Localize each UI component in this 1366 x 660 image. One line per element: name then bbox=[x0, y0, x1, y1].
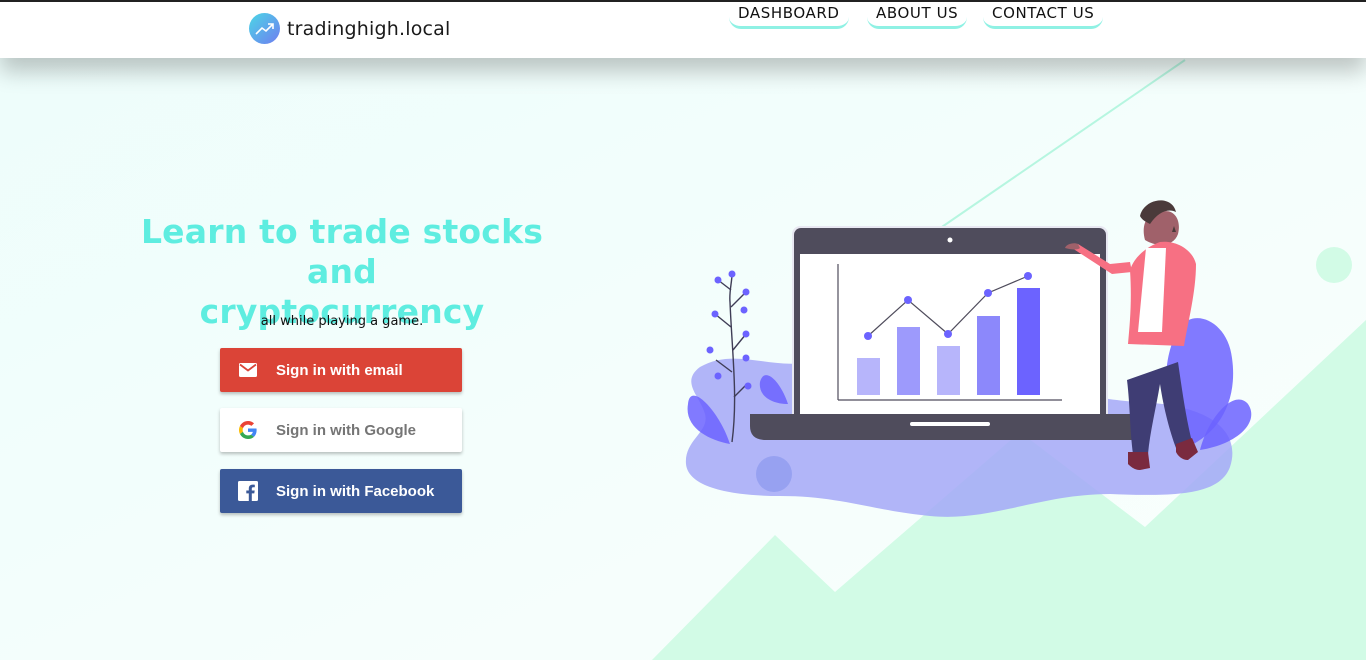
sign-in-google-label: Sign in with Google bbox=[276, 421, 416, 439]
brand-logo[interactable]: tradinghigh.local bbox=[249, 13, 450, 44]
nav-dashboard[interactable]: DASHBOARD bbox=[729, 2, 849, 29]
decor-circle bbox=[756, 456, 792, 492]
decor-circle bbox=[1316, 247, 1352, 283]
hero-subtitle: all while playing a game. bbox=[260, 314, 424, 329]
screen-bar bbox=[897, 327, 920, 395]
screen-bar bbox=[977, 316, 1000, 395]
sign-in-google-button[interactable]: Sign in with Google bbox=[220, 408, 462, 452]
screen-bar bbox=[937, 346, 960, 395]
screen-bar bbox=[1017, 288, 1040, 395]
facebook-icon bbox=[220, 469, 276, 513]
screen-bar bbox=[857, 358, 880, 395]
sign-in-email-button[interactable]: Sign in with email bbox=[220, 348, 462, 392]
google-icon bbox=[220, 408, 276, 452]
trending-up-icon bbox=[249, 13, 280, 44]
hero-title-line1: Learn to trade stocks and bbox=[140, 212, 544, 291]
sign-in-facebook-label: Sign in with Facebook bbox=[276, 482, 435, 500]
sign-in-email-label: Sign in with email bbox=[276, 361, 403, 379]
nav-about-us[interactable]: ABOUT US bbox=[867, 2, 968, 29]
hero-illustration bbox=[685, 200, 1252, 517]
nav-contact-us[interactable]: CONTACT US bbox=[983, 2, 1104, 29]
top-navbar: tradinghigh.local DASHBOARD ABOUT US CON… bbox=[0, 2, 1366, 58]
brand-name: tradinghigh.local bbox=[287, 17, 451, 40]
mail-icon bbox=[220, 348, 276, 392]
sign-in-facebook-button[interactable]: Sign in with Facebook bbox=[220, 469, 462, 513]
